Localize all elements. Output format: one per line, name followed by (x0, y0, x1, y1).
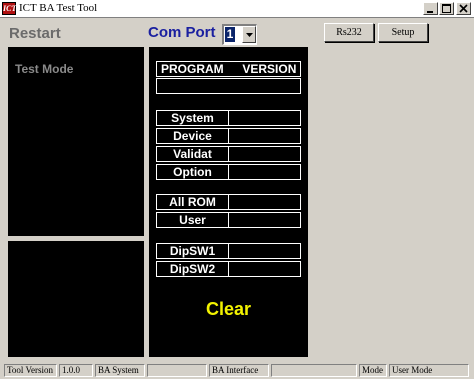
test-mode-label: Test Mode (15, 62, 74, 76)
row-label-device: Device (156, 128, 229, 144)
title-bar[interactable]: ICT ICT BA Test Tool (0, 0, 474, 18)
restart-button[interactable]: Restart (9, 25, 61, 42)
close-icon (459, 4, 468, 13)
program-version-header: PROGRAM VERSION (156, 61, 301, 77)
row-label-dipsw1: DipSW1 (156, 243, 229, 259)
status-ba-interface-label: BA Interface (209, 364, 269, 377)
output-panel (8, 241, 144, 357)
clear-button[interactable]: Clear (149, 299, 308, 320)
status-ba-system-label: BA System (95, 364, 145, 377)
setup-button[interactable]: Setup (378, 23, 428, 42)
status-tool-version-label: Tool Version (4, 364, 57, 377)
row-value-dipsw1 (228, 243, 301, 259)
row-value-user (228, 212, 301, 228)
maximize-button[interactable] (439, 2, 454, 15)
maximize-icon (442, 4, 451, 13)
minimize-button[interactable] (423, 2, 438, 15)
row-label-option: Option (156, 164, 229, 180)
row-value-system (228, 110, 301, 126)
chevron-down-icon (246, 33, 253, 37)
app-icon: ICT (2, 2, 17, 15)
info-panel: PROGRAM VERSION System Device Validat Op… (149, 47, 308, 357)
program-version-value (156, 78, 301, 94)
status-ba-system-value (147, 364, 207, 377)
status-ba-interface-value (271, 364, 357, 377)
row-label-dipsw2: DipSW2 (156, 261, 229, 277)
row-value-all-rom (228, 194, 301, 210)
comport-selected-value[interactable]: 1 (225, 27, 235, 42)
row-value-device (228, 128, 301, 144)
status-bar: Tool Version 1.0.0 BA System BA Interfac… (0, 362, 474, 379)
program-header: PROGRAM (161, 62, 224, 76)
row-label-all-rom: All ROM (156, 194, 229, 210)
row-value-validat (228, 146, 301, 162)
test-mode-panel: Test Mode (8, 47, 144, 236)
row-label-system: System (156, 110, 229, 126)
close-button[interactable] (456, 2, 471, 15)
comport-select[interactable]: 1 (222, 24, 257, 45)
row-label-user: User (156, 212, 229, 228)
comport-label: Com Port (148, 24, 216, 41)
minimize-icon (427, 11, 433, 13)
version-header: VERSION (242, 62, 297, 76)
window-title: ICT BA Test Tool (19, 2, 98, 14)
status-mode-label: Mode (359, 364, 387, 377)
row-value-option (228, 164, 301, 180)
row-value-dipsw2 (228, 261, 301, 277)
comport-dropdown-button[interactable] (242, 26, 256, 43)
rs232-button[interactable]: Rs232 (324, 23, 374, 42)
status-mode-value: User Mode (389, 364, 469, 377)
status-tool-version-value: 1.0.0 (59, 364, 93, 377)
row-label-validat: Validat (156, 146, 229, 162)
